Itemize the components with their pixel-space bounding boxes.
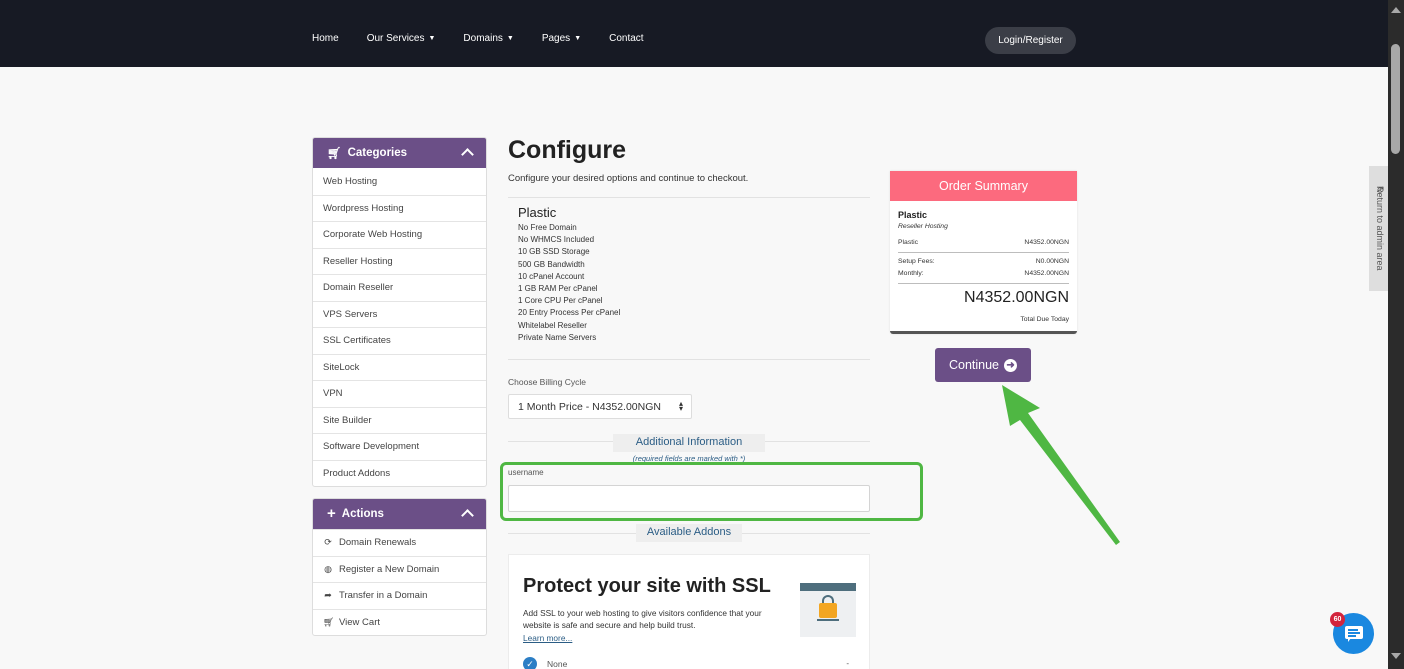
category-item[interactable]: Product Addons xyxy=(313,459,486,487)
category-item[interactable]: Reseller Hosting xyxy=(313,247,486,275)
feature-item: No WHMCS Included xyxy=(518,235,595,245)
summary-line-item: Plastic N4352.00NGN xyxy=(898,239,1069,246)
feature-item: 10 cPanel Account xyxy=(518,271,585,281)
categories-header[interactable]: 🛒︎ Categories xyxy=(313,138,486,168)
scroll-thumb[interactable] xyxy=(1391,44,1400,154)
category-item[interactable]: Software Development xyxy=(313,433,486,460)
action-transfer-domain[interactable]: ➦ Transfer in a Domain xyxy=(313,582,486,609)
top-navbar: Home Our Services ▼ Domains ▼ Pages ▼ Conta… xyxy=(0,0,1388,67)
globe-icon: ◍ xyxy=(324,563,332,574)
username-input[interactable] xyxy=(508,485,870,512)
categories-panel: 🛒︎ Categories Web Hosting Wordpress Hosti… xyxy=(312,137,487,487)
scroll-up-arrow-icon[interactable] xyxy=(1391,7,1401,13)
username-label: username xyxy=(508,468,544,477)
feature-item: No Free Domain xyxy=(518,223,577,232)
billing-cycle-select[interactable]: 1 Month Price - N4352.00NGN ▴ ▾ xyxy=(508,394,692,419)
continue-button[interactable]: Continue ➜ xyxy=(935,348,1031,382)
category-item[interactable]: SiteLock xyxy=(313,353,486,381)
actions-panel: + Actions ⟳ Domain Renewals ◍ Register a N… xyxy=(312,498,487,636)
caret-down-icon: ▼ xyxy=(506,35,514,42)
annotation-arrow xyxy=(1002,385,1120,545)
login-register-button[interactable]: Login/Register xyxy=(985,27,1076,54)
order-summary: Order Summary Plastic Reseller Hosting P… xyxy=(890,171,1077,334)
chevron-up-icon[interactable] xyxy=(461,148,474,161)
action-domain-renewals[interactable]: ⟳ Domain Renewals xyxy=(313,529,486,556)
page-subtitle: Configure your desired options and conti… xyxy=(508,173,749,184)
addon-title: Protect your site with SSL xyxy=(523,575,771,597)
chevron-up-icon[interactable] xyxy=(461,509,474,522)
divider xyxy=(508,359,870,360)
divider xyxy=(898,252,1069,253)
page-title: Configure xyxy=(508,136,627,164)
summary-setup-fees: Setup Fees: N0.00NGN xyxy=(898,258,1069,265)
divider xyxy=(898,283,1069,284)
category-item[interactable]: Wordpress Hosting xyxy=(313,194,486,222)
category-item[interactable]: SSL Certificates xyxy=(313,327,486,354)
ssl-addon-card: Protect your site with SSL Add SSL to yo… xyxy=(508,554,870,669)
learn-more-link[interactable]: Learn more... xyxy=(523,633,572,643)
divider xyxy=(508,197,870,198)
feature-item: 20 Entry Process Per cPanel xyxy=(518,308,621,318)
nav-pages[interactable]: Pages ▼ xyxy=(542,33,581,44)
summary-total: N4352.00NGN xyxy=(964,289,1069,306)
category-item[interactable]: Domain Reseller xyxy=(313,274,486,301)
available-addons-heading: Available Addons xyxy=(636,524,742,542)
caret-down-icon: ▼ xyxy=(574,35,582,42)
arrow-right-circle-icon: ➜ xyxy=(1004,358,1018,372)
refresh-icon: ⟳ xyxy=(324,537,332,548)
summary-monthly: Monthly: N4352.00NGN xyxy=(898,270,1069,277)
nav-contact[interactable]: Contact xyxy=(609,33,643,44)
category-item[interactable]: VPS Servers xyxy=(313,300,486,328)
ssl-lock-illustration xyxy=(800,583,856,637)
cart-icon: 🛒︎ xyxy=(327,148,342,160)
plus-icon: + xyxy=(327,505,336,522)
feature-item: Private Name Servers xyxy=(518,332,597,342)
feature-item: 1 Core CPU Per cPanel xyxy=(518,296,603,306)
nav-domains[interactable]: Domains ▼ xyxy=(463,33,513,44)
additional-info-heading: Additional Information xyxy=(613,434,765,452)
actions-header[interactable]: + Actions xyxy=(313,499,486,529)
cart-icon: 🛒︎ xyxy=(323,616,335,627)
nav-our-services[interactable]: Our Services ▼ xyxy=(367,33,436,44)
addon-description: Add SSL to your web hosting to give visi… xyxy=(523,608,762,630)
share-icon: ➦ xyxy=(324,590,332,601)
chat-notification-badge: 60 xyxy=(1330,612,1345,627)
check-icon[interactable]: ✓ xyxy=(523,657,537,669)
category-item[interactable]: Corporate Web Hosting xyxy=(313,221,486,248)
order-summary-title: Order Summary xyxy=(890,171,1077,201)
feature-item: 500 GB Bandwidth xyxy=(518,259,585,269)
feature-item: Whitelabel Reseller xyxy=(518,320,587,330)
category-item[interactable]: Web Hosting xyxy=(313,168,486,195)
return-to-admin-tab[interactable]: ↻ Return to admin area xyxy=(1369,166,1388,291)
feature-item: 10 GB SSD Storage xyxy=(518,247,590,257)
feature-item: 1 GB RAM Per cPanel xyxy=(518,284,598,294)
chat-icon xyxy=(1345,626,1363,642)
main-nav: Home Our Services ▼ Domains ▼ Pages ▼ Conta… xyxy=(312,33,672,44)
nav-home[interactable]: Home xyxy=(312,33,339,44)
page-scrollbar[interactable] xyxy=(1388,0,1404,669)
product-name: Plastic xyxy=(518,205,557,220)
summary-product-category: Reseller Hosting xyxy=(898,223,948,230)
product-features: No Free Domain No WHMCS Included 10 GB SSD… xyxy=(518,222,620,344)
required-fields-note: (required fields are marked with *) xyxy=(632,454,746,463)
scroll-down-arrow-icon[interactable] xyxy=(1391,653,1401,659)
select-arrows-icon: ▴ ▾ xyxy=(678,399,683,413)
category-item[interactable]: VPN xyxy=(313,380,486,407)
billing-cycle-label: Choose Billing Cycle xyxy=(508,377,586,387)
caret-down-icon: ▼ xyxy=(428,35,436,42)
addon-option-price: - xyxy=(846,659,849,668)
action-view-cart[interactable]: 🛒︎ View Cart xyxy=(313,608,486,636)
addon-option-none[interactable]: ✓ None xyxy=(523,657,567,669)
category-item[interactable]: Site Builder xyxy=(313,406,486,434)
summary-product-name: Plastic xyxy=(898,210,928,220)
summary-total-label: Total Due Today xyxy=(1020,316,1069,323)
action-register-domain[interactable]: ◍ Register a New Domain xyxy=(313,555,486,583)
